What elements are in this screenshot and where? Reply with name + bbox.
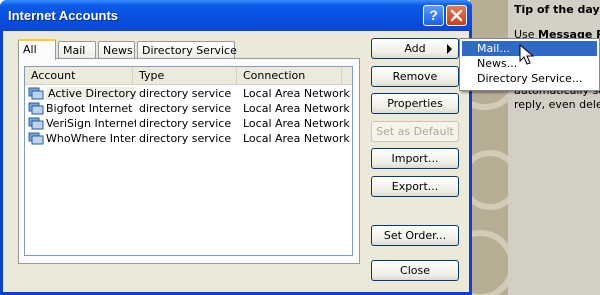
close-button[interactable]: Close: [371, 260, 459, 281]
account-type: directory service: [139, 132, 232, 145]
dialog-client-area: All Mail News Directory Service Account …: [3, 31, 469, 292]
add-button-label: Add: [404, 42, 426, 55]
tip-line: reply, even delet: [514, 98, 600, 111]
account-name: VeriSign Internet ...: [46, 117, 136, 130]
column-header-connection[interactable]: Connection: [237, 67, 342, 84]
account-type: directory service: [139, 102, 232, 115]
close-icon: [450, 9, 463, 22]
account-connection: Local Area Network: [243, 102, 350, 115]
set-order-button[interactable]: Set Order...: [371, 225, 459, 246]
tab-directory-service[interactable]: Directory Service: [137, 41, 237, 59]
tab-panel: Account Type Connection Active Directory…: [18, 58, 360, 264]
account-connection: Local Area Network: [243, 87, 350, 100]
account-name: WhoWhere Inter...: [46, 132, 136, 145]
window-title: Internet Accounts: [8, 8, 119, 23]
set-as-default-button[interactable]: Set as Default: [371, 121, 459, 142]
close-window-button[interactable]: [446, 5, 467, 26]
mouse-pointer-icon: [519, 44, 535, 65]
properties-button[interactable]: Properties: [371, 93, 459, 114]
remove-button[interactable]: Remove: [371, 66, 459, 87]
menu-item-directory-service[interactable]: Directory Service...: [462, 71, 597, 86]
tip-title: Tip of the day: [514, 3, 600, 16]
directory-service-icon: [28, 87, 44, 100]
account-type: directory service: [139, 117, 232, 130]
internet-accounts-dialog: Internet Accounts ? All Mail News Direct…: [0, 0, 472, 295]
tab-all[interactable]: All: [18, 39, 56, 60]
account-connection: Local Area Network: [243, 132, 350, 145]
table-row[interactable]: WhoWhere Inter... directory service Loca…: [25, 131, 352, 146]
column-header-account[interactable]: Account: [25, 67, 133, 84]
directory-service-icon: [28, 117, 44, 130]
tab-news[interactable]: News: [98, 41, 135, 59]
account-name: Bigfoot Internet ...: [46, 102, 136, 115]
submenu-arrow-icon: [447, 44, 452, 54]
add-button[interactable]: Add: [371, 38, 459, 59]
import-button[interactable]: Import...: [371, 148, 459, 169]
account-connection: Local Area Network: [243, 117, 350, 130]
directory-service-icon: [28, 132, 44, 145]
list-header: Account Type Connection: [25, 67, 352, 85]
column-header-type[interactable]: Type: [133, 67, 237, 84]
title-bar[interactable]: Internet Accounts ?: [0, 0, 472, 31]
directory-service-icon: [28, 102, 44, 115]
list-body: Active Directory directory service Local…: [25, 85, 352, 146]
export-button[interactable]: Export...: [371, 176, 459, 197]
table-row[interactable]: Bigfoot Internet ... directory service L…: [25, 101, 352, 116]
tab-mail[interactable]: Mail: [58, 41, 96, 59]
account-name: Active Directory: [46, 87, 136, 100]
table-row[interactable]: VeriSign Internet ... directory service …: [25, 116, 352, 131]
help-button[interactable]: ?: [423, 5, 444, 26]
account-type: directory service: [139, 87, 232, 100]
accounts-list[interactable]: Account Type Connection Active Directory…: [24, 66, 353, 256]
table-row[interactable]: Active Directory directory service Local…: [25, 86, 352, 101]
